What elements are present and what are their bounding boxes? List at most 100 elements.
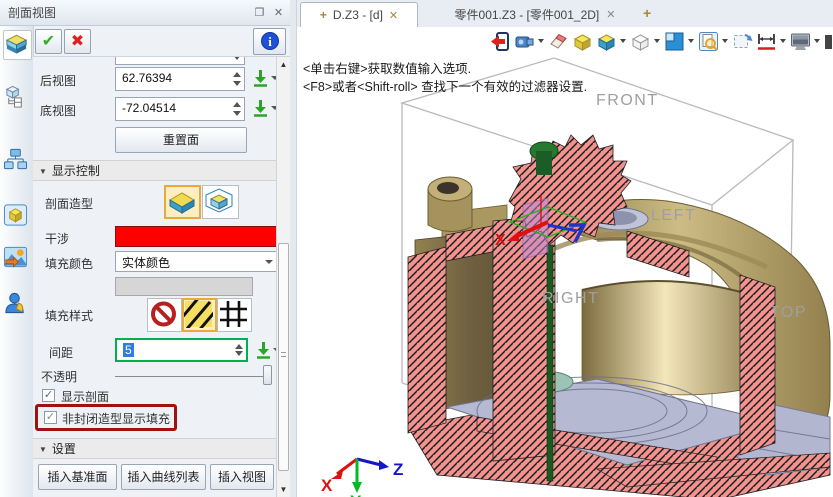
fill-color-dropdown[interactable]: 实体颜色 — [115, 251, 276, 272]
z-axis-label: Z — [393, 460, 403, 479]
dropdown-arrow-icon[interactable] — [538, 31, 545, 52]
info-icon: i — [260, 31, 280, 51]
display-monitor-icon[interactable] — [790, 31, 811, 52]
insert-datum-button[interactable]: 插入基准面 — [38, 464, 117, 490]
refresh-view-icon[interactable] — [732, 31, 753, 52]
front-view-label: FRONT — [596, 92, 659, 109]
open-shape-fill-checkbox[interactable]: ✓ — [44, 411, 57, 424]
shade-cube-icon[interactable] — [572, 31, 593, 52]
section-shape-open-button[interactable] — [202, 185, 239, 219]
pick-value-icon[interactable] — [252, 99, 269, 118]
bottom-view-input[interactable]: -72.04514 — [115, 97, 245, 121]
fill-style-none-button[interactable] — [147, 298, 182, 332]
reference-cube-icon[interactable] — [3, 83, 30, 111]
cancel-button[interactable]: ✖ — [64, 29, 91, 54]
interference-label: 干涉 — [45, 230, 69, 247]
fill-color-label: 填充颜色 — [45, 255, 93, 272]
panel-title: 剖面视图 — [8, 6, 56, 20]
opacity-slider-track[interactable] — [115, 376, 271, 377]
pick-value-icon[interactable] — [252, 69, 269, 88]
spinner[interactable] — [231, 100, 242, 118]
user-icon[interactable] — [3, 290, 30, 318]
wireframe-cube-icon[interactable] — [630, 31, 651, 52]
new-tab-icon[interactable]: + — [643, 5, 651, 21]
section-view-icon[interactable] — [3, 30, 32, 60]
panel-title-bar: 剖面视图 ❐ ✕ — [0, 0, 290, 26]
collapse-arrow-icon: ▼ — [39, 167, 47, 176]
show-section-checkbox[interactable]: ✓ — [42, 389, 55, 402]
eraser-icon[interactable] — [548, 31, 569, 52]
selected-text: 5 — [123, 343, 134, 357]
scrollbar-grip — [281, 352, 286, 357]
dropdown-arrow-icon[interactable] — [620, 31, 627, 52]
info-button[interactable]: i — [253, 28, 286, 55]
scroll-up-icon[interactable]: ▲ — [277, 58, 290, 71]
show-section-label: 显示剖面 — [61, 388, 109, 405]
scrolled-input[interactable] — [115, 57, 245, 65]
settings-header[interactable]: ▼设置 — [33, 438, 276, 459]
dropdown-arrow-icon[interactable] — [654, 31, 661, 52]
panel-form: 后视图 62.76394 底视图 -72.04514 重置面 ▼显示控制 剖面造… — [33, 57, 276, 497]
tab-second-document[interactable]: 零件001.Z3 - [零件001_2D] ✕ — [437, 2, 633, 27]
reset-plane-button[interactable]: 重置面 — [115, 127, 247, 153]
pick-value-icon[interactable] — [255, 341, 272, 360]
collapse-arrow-icon: ▼ — [39, 445, 47, 454]
spacing-input[interactable]: 5 — [115, 338, 248, 362]
exit-icon[interactable] — [490, 31, 511, 52]
panel-sidebar — [0, 26, 34, 497]
section-cube-icon[interactable] — [596, 31, 617, 52]
tab-active-document[interactable]: + D.Z3 - [d] ✕ — [300, 2, 418, 27]
scrollbar-thumb[interactable] — [278, 243, 289, 471]
interference-color-well[interactable] — [115, 226, 276, 247]
render-scene-icon[interactable] — [3, 244, 30, 272]
fill-style-grid-button[interactable] — [217, 298, 252, 332]
tab-close-icon[interactable]: ✕ — [606, 8, 615, 21]
visualize-cube-icon[interactable] — [3, 202, 30, 230]
dropdown-arrow-icon — [265, 260, 273, 264]
spinner[interactable] — [231, 57, 242, 62]
view-toolbar — [297, 27, 833, 55]
restore-icon[interactable]: ❐ — [253, 7, 266, 20]
sectioned-part-model[interactable] — [408, 135, 830, 497]
opacity-label: 不透明 — [41, 368, 77, 385]
confirm-button[interactable]: ✔ — [35, 29, 62, 54]
panel-close-icon[interactable]: ✕ — [272, 7, 285, 20]
panel-scrollbar[interactable]: ▲ ▼ — [276, 57, 290, 497]
scroll-down-icon[interactable]: ▼ — [277, 483, 290, 496]
tab-label: 零件001.Z3 - [零件001_2D] — [455, 6, 600, 23]
fill-style-hatch-button[interactable] — [182, 298, 217, 332]
zoom-document-icon[interactable] — [698, 31, 719, 52]
measure-icon[interactable] — [756, 31, 777, 52]
y-axis-label: Y — [350, 492, 362, 497]
axis-triad: X Z Y — [321, 459, 403, 497]
tab-label: D.Z3 - [d] — [333, 8, 383, 22]
panel-splitter[interactable] — [290, 0, 297, 497]
hierarchy-icon[interactable] — [3, 146, 30, 174]
view-camera-icon[interactable] — [514, 31, 535, 52]
panel-confirm-row: ✔ ✖ i — [33, 27, 290, 57]
back-view-label: 后视图 — [40, 72, 76, 89]
right-view-label: RIGHT — [542, 290, 599, 307]
display-control-header[interactable]: ▼显示控制 — [33, 160, 276, 181]
section-shape-label: 剖面造型 — [45, 195, 93, 212]
widget-x-axis-label: X — [495, 232, 506, 249]
spinner[interactable] — [233, 342, 244, 358]
graphics-viewport[interactable]: <单击右键>获取数值输入选项. <F8>或者<Shift-roll> 查找下一个… — [297, 55, 833, 497]
bottom-view-label: 底视图 — [40, 102, 76, 119]
section-view-scene[interactable]: X FRONT LEFT RIGHT TOP X — [297, 55, 833, 497]
dropdown-arrow-icon[interactable] — [688, 31, 695, 52]
dropdown-arrow-icon[interactable] — [722, 31, 729, 52]
opacity-slider-handle[interactable] — [263, 365, 272, 385]
insert-curve-list-button[interactable]: 插入曲线列表 — [121, 464, 206, 490]
dropdown-arrow-icon[interactable] — [814, 31, 821, 52]
spinner[interactable] — [231, 70, 242, 88]
clipped-toolbar-icon[interactable] — [824, 31, 832, 52]
dropdown-arrow-icon[interactable] — [780, 31, 787, 52]
back-view-input[interactable]: 62.76394 — [115, 67, 245, 91]
insert-view-button[interactable]: 插入视图 — [210, 464, 274, 490]
tab-close-icon[interactable]: ✕ — [389, 9, 398, 22]
section-shape-solid-button[interactable] — [164, 185, 201, 219]
corner-view-icon[interactable] — [664, 31, 685, 52]
fill-color-swatch[interactable] — [115, 277, 253, 296]
tab-modified-icon: + — [320, 8, 327, 22]
